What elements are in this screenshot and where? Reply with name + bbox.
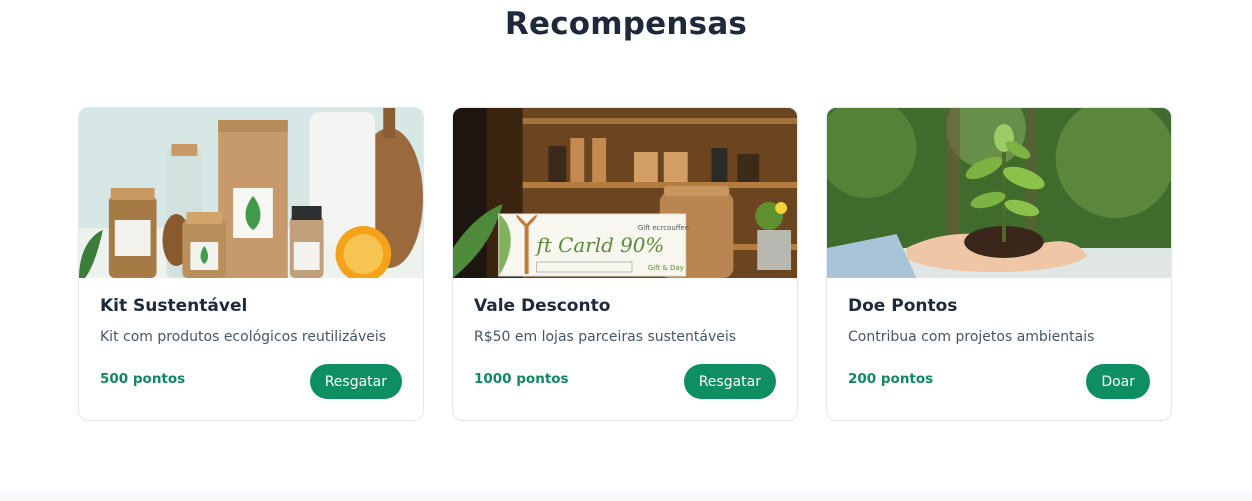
reward-card-donate: Doe Pontos Contribua com projetos ambien… <box>826 107 1172 421</box>
reward-title: Kit Sustentável <box>100 296 248 316</box>
redeem-button[interactable]: Resgatar <box>309 364 402 399</box>
reward-points: 200 pontos <box>848 371 934 387</box>
gift-card-text: ft Carld 90% <box>535 233 665 257</box>
footer-band <box>0 489 1252 501</box>
reward-card-voucher: ft Carld 90% Gift ecrcouffee Gift & Day … <box>452 107 798 421</box>
donate-button[interactable]: Doar <box>1086 364 1150 399</box>
reward-title: Doe Pontos <box>848 296 958 316</box>
rewards-grid: Kit Sustentável Kit com produtos ecológi… <box>78 107 1172 421</box>
redeem-button[interactable]: Resgatar <box>683 364 776 399</box>
section-title: Recompensas <box>504 6 748 42</box>
reward-description: Kit com produtos ecológicos reutilizávei… <box>100 329 387 345</box>
reward-card-body: Kit Sustentável Kit com produtos ecológi… <box>79 278 423 420</box>
gift-card-small-text: Gift & Day <box>648 264 684 272</box>
hands-plant-seedling-image <box>827 108 1171 278</box>
reward-title: Vale Desconto <box>474 296 611 316</box>
reward-card-body: Vale Desconto R$50 em lojas parceiras su… <box>453 278 797 420</box>
reward-card-kit: Kit Sustentável Kit com produtos ecológi… <box>78 107 424 421</box>
reward-card-body: Doe Pontos Contribua com projetos ambien… <box>827 278 1171 420</box>
reward-description: Contribua com projetos ambientais <box>848 329 1095 345</box>
eco-kit-products-image <box>79 108 423 278</box>
reward-description: R$50 em lojas parceiras sustentáveis <box>474 329 737 345</box>
gift-card-shop-image: ft Carld 90% Gift ecrcouffee Gift & Day <box>453 108 797 278</box>
reward-points: 500 pontos <box>100 371 186 387</box>
reward-points: 1000 pontos <box>474 371 569 387</box>
gift-card-brand: Gift ecrcouffee <box>638 224 689 232</box>
